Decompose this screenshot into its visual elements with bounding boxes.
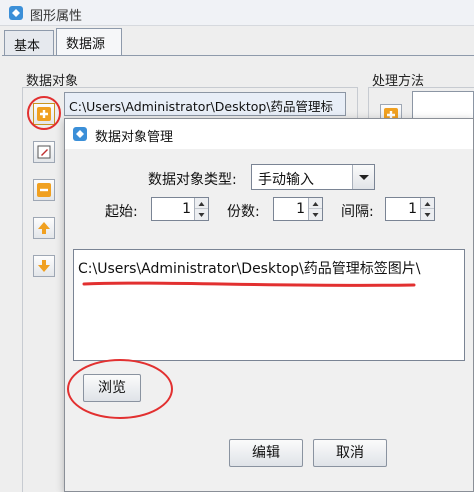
data-object-list-row[interactable]: C:\Users\Administrator\Desktop\药品管理标 — [64, 92, 346, 116]
data-object-type-select[interactable]: 手动输入 — [251, 164, 375, 190]
spin-up-icon[interactable] — [195, 198, 208, 209]
data-object-manager-dialog: 数据对象管理 数据对象类型: 手动输入 起始: 1 份数: 1 间隔: 1 C:… — [64, 118, 474, 492]
data-content-text: C:\Users\Administrator\Desktop\药品管理标签图片\ — [78, 261, 421, 277]
add-button-highlight — [27, 96, 61, 130]
interval-label: 间隔: — [341, 204, 374, 220]
start-spinner[interactable]: 1 — [151, 197, 209, 221]
move-down-button[interactable] — [33, 255, 55, 277]
edit-icon — [37, 145, 51, 159]
move-up-icon — [38, 222, 50, 234]
digits-spinner-buttons — [308, 198, 322, 220]
remove-data-object-button[interactable] — [33, 179, 55, 201]
tab-basic-label: 基本 — [14, 39, 41, 54]
spin-down-icon[interactable] — [195, 209, 208, 220]
data-content-textarea[interactable]: C:\Users\Administrator\Desktop\药品管理标签图片\ — [73, 249, 465, 361]
start-value: 1 — [182, 201, 191, 217]
tab-data-source[interactable]: 数据源 — [56, 28, 122, 55]
interval-value: 1 — [408, 201, 417, 217]
spin-down-icon[interactable] — [309, 209, 322, 220]
data-object-group-label: 数据对象 — [26, 74, 79, 89]
cancel-button-label: 取消 — [336, 445, 364, 461]
start-label: 起始: — [105, 204, 138, 220]
dialog-app-icon — [72, 126, 88, 142]
interval-spinner[interactable]: 1 — [385, 197, 435, 221]
remove-icon — [37, 183, 51, 197]
move-down-icon — [38, 260, 50, 272]
processing-group-label: 处理方法 — [372, 74, 425, 89]
browse-button-highlight — [67, 359, 173, 419]
cancel-button[interactable]: 取消 — [313, 439, 387, 467]
digits-spinner[interactable]: 1 — [273, 197, 323, 221]
edit-button[interactable]: 编辑 — [229, 439, 303, 467]
dialog-titlebar: 数据对象管理 — [65, 119, 473, 149]
edit-data-object-button[interactable] — [33, 141, 55, 163]
edit-button-label: 编辑 — [252, 445, 280, 461]
processing-list[interactable] — [412, 91, 474, 121]
window-title: 图形属性 — [30, 9, 83, 24]
spin-up-icon[interactable] — [421, 198, 434, 209]
interval-spinner-buttons — [420, 198, 434, 220]
start-spinner-buttons — [194, 198, 208, 220]
data-object-type-value: 手动输入 — [258, 172, 314, 188]
dialog-title: 数据对象管理 — [95, 130, 174, 145]
digits-label: 份数: — [227, 204, 260, 220]
tab-data-source-label: 数据源 — [66, 37, 106, 52]
move-up-button[interactable] — [33, 217, 55, 239]
spin-up-icon[interactable] — [309, 198, 322, 209]
chevron-down-icon[interactable] — [352, 165, 374, 189]
data-object-type-label: 数据对象类型: — [148, 172, 237, 188]
window-titlebar: 图形属性 — [0, 0, 474, 26]
tab-basic[interactable]: 基本 — [4, 30, 54, 55]
digits-value: 1 — [296, 201, 305, 217]
red-underline-annotation — [82, 281, 416, 287]
app-icon — [8, 5, 24, 21]
spin-down-icon[interactable] — [421, 209, 434, 220]
